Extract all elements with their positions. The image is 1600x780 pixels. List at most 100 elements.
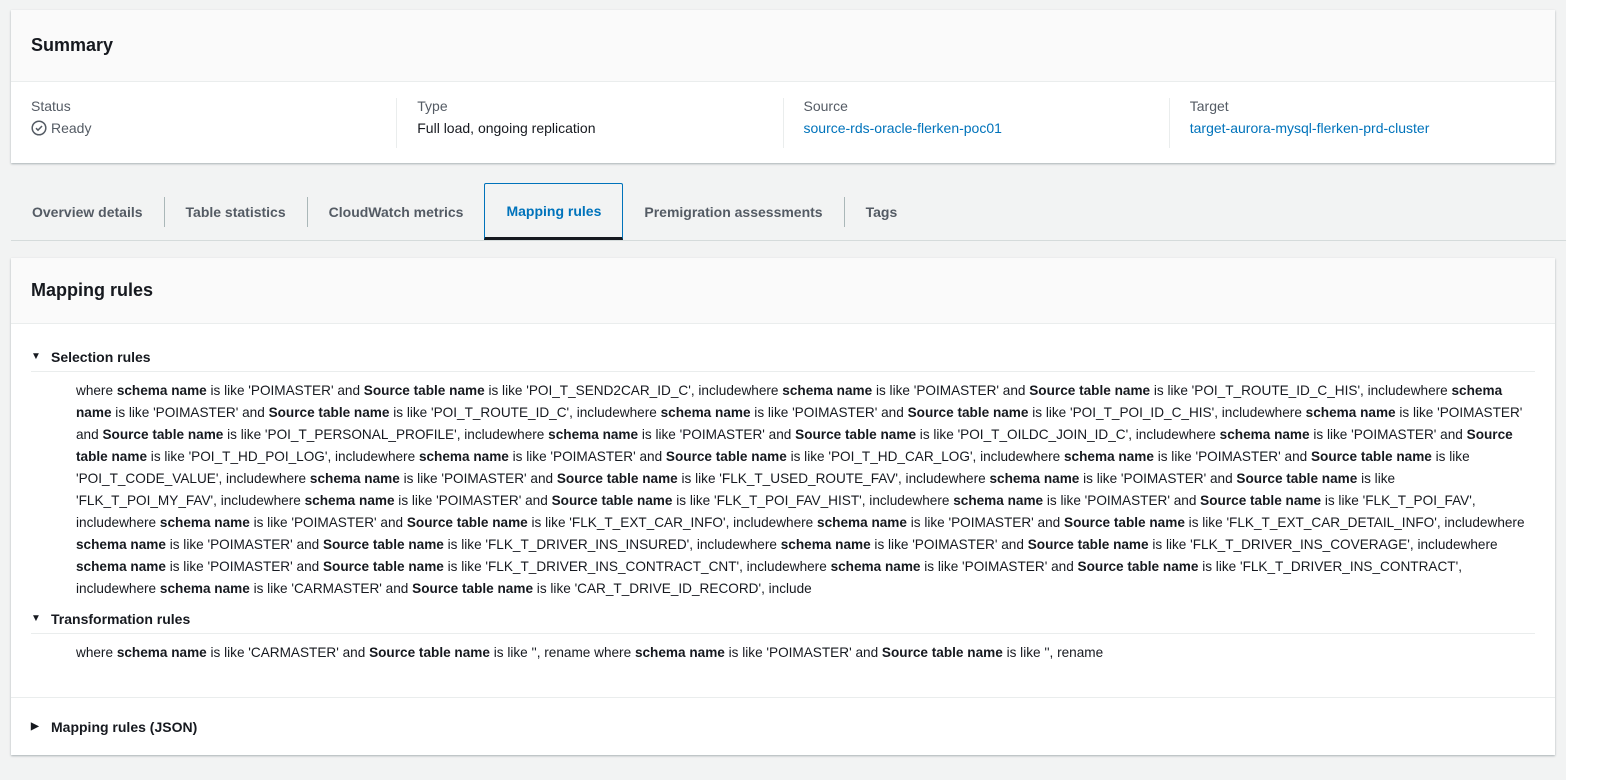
table-value: 'FLK_T_POI_MY_FAV' bbox=[76, 493, 214, 508]
is-like-word: is like bbox=[1321, 493, 1363, 508]
is-like-word: is like bbox=[443, 537, 486, 552]
schema-value: 'POIMASTER' bbox=[948, 515, 1034, 530]
table-value: 'FLK_T_EXT_CAR_INFO' bbox=[569, 515, 726, 530]
schema-value: 'POIMASTER' bbox=[550, 449, 636, 464]
schema-value: 'CARMASTER' bbox=[248, 645, 339, 660]
rule-clause: where schema name is like 'POIMASTER' an… bbox=[378, 449, 1023, 464]
source-table-keyword: Source table name bbox=[1064, 515, 1185, 530]
transformation-rules-text: where schema name is like 'CARMASTER' an… bbox=[31, 634, 1535, 668]
table-value: 'POI_T_HD_CAR_LOG' bbox=[828, 449, 973, 464]
tab-premigration-assessments[interactable]: Premigration assessments bbox=[623, 197, 843, 227]
schema-value: 'POIMASTER' bbox=[291, 515, 377, 530]
where-word: where bbox=[619, 405, 661, 420]
where-word: where bbox=[1023, 449, 1064, 464]
tab-mapping-rules[interactable]: Mapping rules bbox=[484, 183, 624, 240]
action-word: , include bbox=[690, 383, 742, 398]
schema-name-keyword: schema name bbox=[830, 559, 921, 574]
schema-name-keyword: schema name bbox=[159, 581, 250, 596]
schema-value: 'POIMASTER' bbox=[766, 645, 852, 660]
rule-clause: where schema name is like 'POIMASTER' an… bbox=[119, 515, 776, 530]
schema-value: 'POIMASTER' bbox=[792, 405, 878, 420]
source-label: Source bbox=[803, 98, 848, 114]
schema-name-keyword: schema name bbox=[817, 515, 907, 530]
action-word: , include bbox=[1409, 537, 1461, 552]
rule-clause: where schema name is like 'POIMASTER' an… bbox=[620, 405, 1265, 420]
source-link[interactable]: source-rds-oracle-flerken-poc01 bbox=[804, 120, 1149, 136]
table-value: 'POI_T_POI_ID_C_HIS' bbox=[1070, 405, 1215, 420]
target-link[interactable]: target-aurora-mysql-flerken-prd-cluster bbox=[1190, 120, 1535, 136]
where-word: where bbox=[948, 471, 990, 486]
source-table-keyword: Source table name bbox=[102, 427, 224, 442]
action-word: , include bbox=[898, 471, 949, 486]
schema-name-keyword: schema name bbox=[1064, 449, 1154, 464]
is-like-word: is like bbox=[111, 405, 154, 420]
is-like-word: is like bbox=[872, 383, 914, 398]
schema-value: 'CARMASTER' bbox=[291, 581, 382, 596]
action-word: , include bbox=[689, 537, 740, 552]
source-table-keyword: Source table name bbox=[1077, 559, 1199, 574]
action-word: , include bbox=[213, 493, 264, 508]
source-table-keyword: Source table name bbox=[412, 581, 534, 596]
table-value: 'FLK_T_POI_FAV_HIST' bbox=[714, 493, 862, 508]
mapping-rules-json-toggle[interactable]: ▶ Mapping rules (JSON) bbox=[11, 697, 1555, 755]
action-word: , include bbox=[725, 515, 777, 530]
selection-rules-toggle[interactable]: ▼ Selection rules bbox=[31, 342, 1535, 372]
is-like-word: is like bbox=[1153, 449, 1196, 464]
is-like-word: is like bbox=[527, 515, 570, 530]
and-word: and bbox=[1033, 515, 1064, 530]
and-word: and bbox=[292, 537, 323, 552]
where-word: where bbox=[378, 449, 419, 464]
where-word: where bbox=[739, 537, 781, 552]
schema-value: 'POIMASTER' bbox=[207, 559, 293, 574]
source-table-keyword: Source table name bbox=[907, 405, 1029, 420]
source-table-keyword: Source table name bbox=[1200, 493, 1322, 508]
action-word: , include bbox=[218, 471, 270, 486]
is-like-word: is like bbox=[165, 537, 208, 552]
is-like-word: is like bbox=[1357, 471, 1396, 486]
source-table-keyword: Source table name bbox=[795, 427, 917, 442]
is-like-word: is like bbox=[206, 645, 249, 660]
rule-clause: where schema name is like 'POIMASTER' an… bbox=[264, 493, 913, 508]
table-value: 'FLK_T_DRIVER_INS_INSURED' bbox=[485, 537, 690, 552]
source-table-keyword: Source table name bbox=[1029, 383, 1151, 398]
tab-overview-details[interactable]: Overview details bbox=[11, 197, 164, 227]
where-word: where bbox=[76, 645, 117, 660]
action-word: , include bbox=[1436, 515, 1488, 530]
and-word: and bbox=[381, 581, 413, 596]
and-word: and bbox=[526, 471, 557, 486]
where-word: where bbox=[776, 515, 818, 530]
action-word: , include bbox=[1214, 405, 1265, 420]
where-word: where bbox=[1178, 427, 1220, 442]
schema-value: 'POIMASTER' bbox=[207, 537, 293, 552]
tab-table-statistics[interactable]: Table statistics bbox=[163, 196, 307, 227]
tab-tags[interactable]: Tags bbox=[843, 196, 919, 227]
action-word: , include bbox=[327, 449, 379, 464]
schema-value: 'POIMASTER' bbox=[1351, 427, 1437, 442]
action-word: , include bbox=[1360, 383, 1411, 398]
schema-name-keyword: schema name bbox=[76, 537, 166, 552]
rule-clause: where schema name is like 'CARMASTER' an… bbox=[76, 645, 594, 660]
schema-name-keyword: schema name bbox=[634, 645, 725, 660]
is-like-word: is like bbox=[786, 449, 829, 464]
tab-cloudwatch-metrics[interactable]: CloudWatch metrics bbox=[306, 196, 485, 227]
transformation-rules-toggle[interactable]: ▼ Transformation rules bbox=[31, 604, 1535, 634]
is-like-word: is like bbox=[1002, 645, 1045, 660]
schema-name-keyword: schema name bbox=[953, 493, 1044, 508]
source-table-keyword: Source table name bbox=[322, 537, 444, 552]
schema-name-keyword: schema name bbox=[418, 449, 509, 464]
action-word: , include bbox=[972, 449, 1024, 464]
and-word: and bbox=[338, 645, 370, 660]
where-word: where bbox=[263, 493, 305, 508]
source-table-keyword: Source table name bbox=[1236, 471, 1358, 486]
is-like-word: is like bbox=[1198, 559, 1240, 574]
and-word: and bbox=[877, 405, 908, 420]
table-value: 'FLK_T_EXT_CAR_DETAIL_INFO' bbox=[1226, 515, 1437, 530]
table-value: 'FLK_T_DRIVER_INS_CONTRACT' bbox=[1239, 559, 1459, 574]
schema-value: 'POIMASTER' bbox=[912, 537, 998, 552]
schema-name-keyword: schema name bbox=[782, 383, 873, 398]
is-like-word: is like bbox=[249, 581, 292, 596]
where-word: where bbox=[119, 581, 160, 596]
table-value: 'POI_T_ROUTE_ID_C' bbox=[431, 405, 570, 420]
schema-name-keyword: schema name bbox=[1305, 405, 1396, 420]
mapping-rules-panel: Mapping rules ▼ Selection rules where sc… bbox=[11, 258, 1555, 755]
